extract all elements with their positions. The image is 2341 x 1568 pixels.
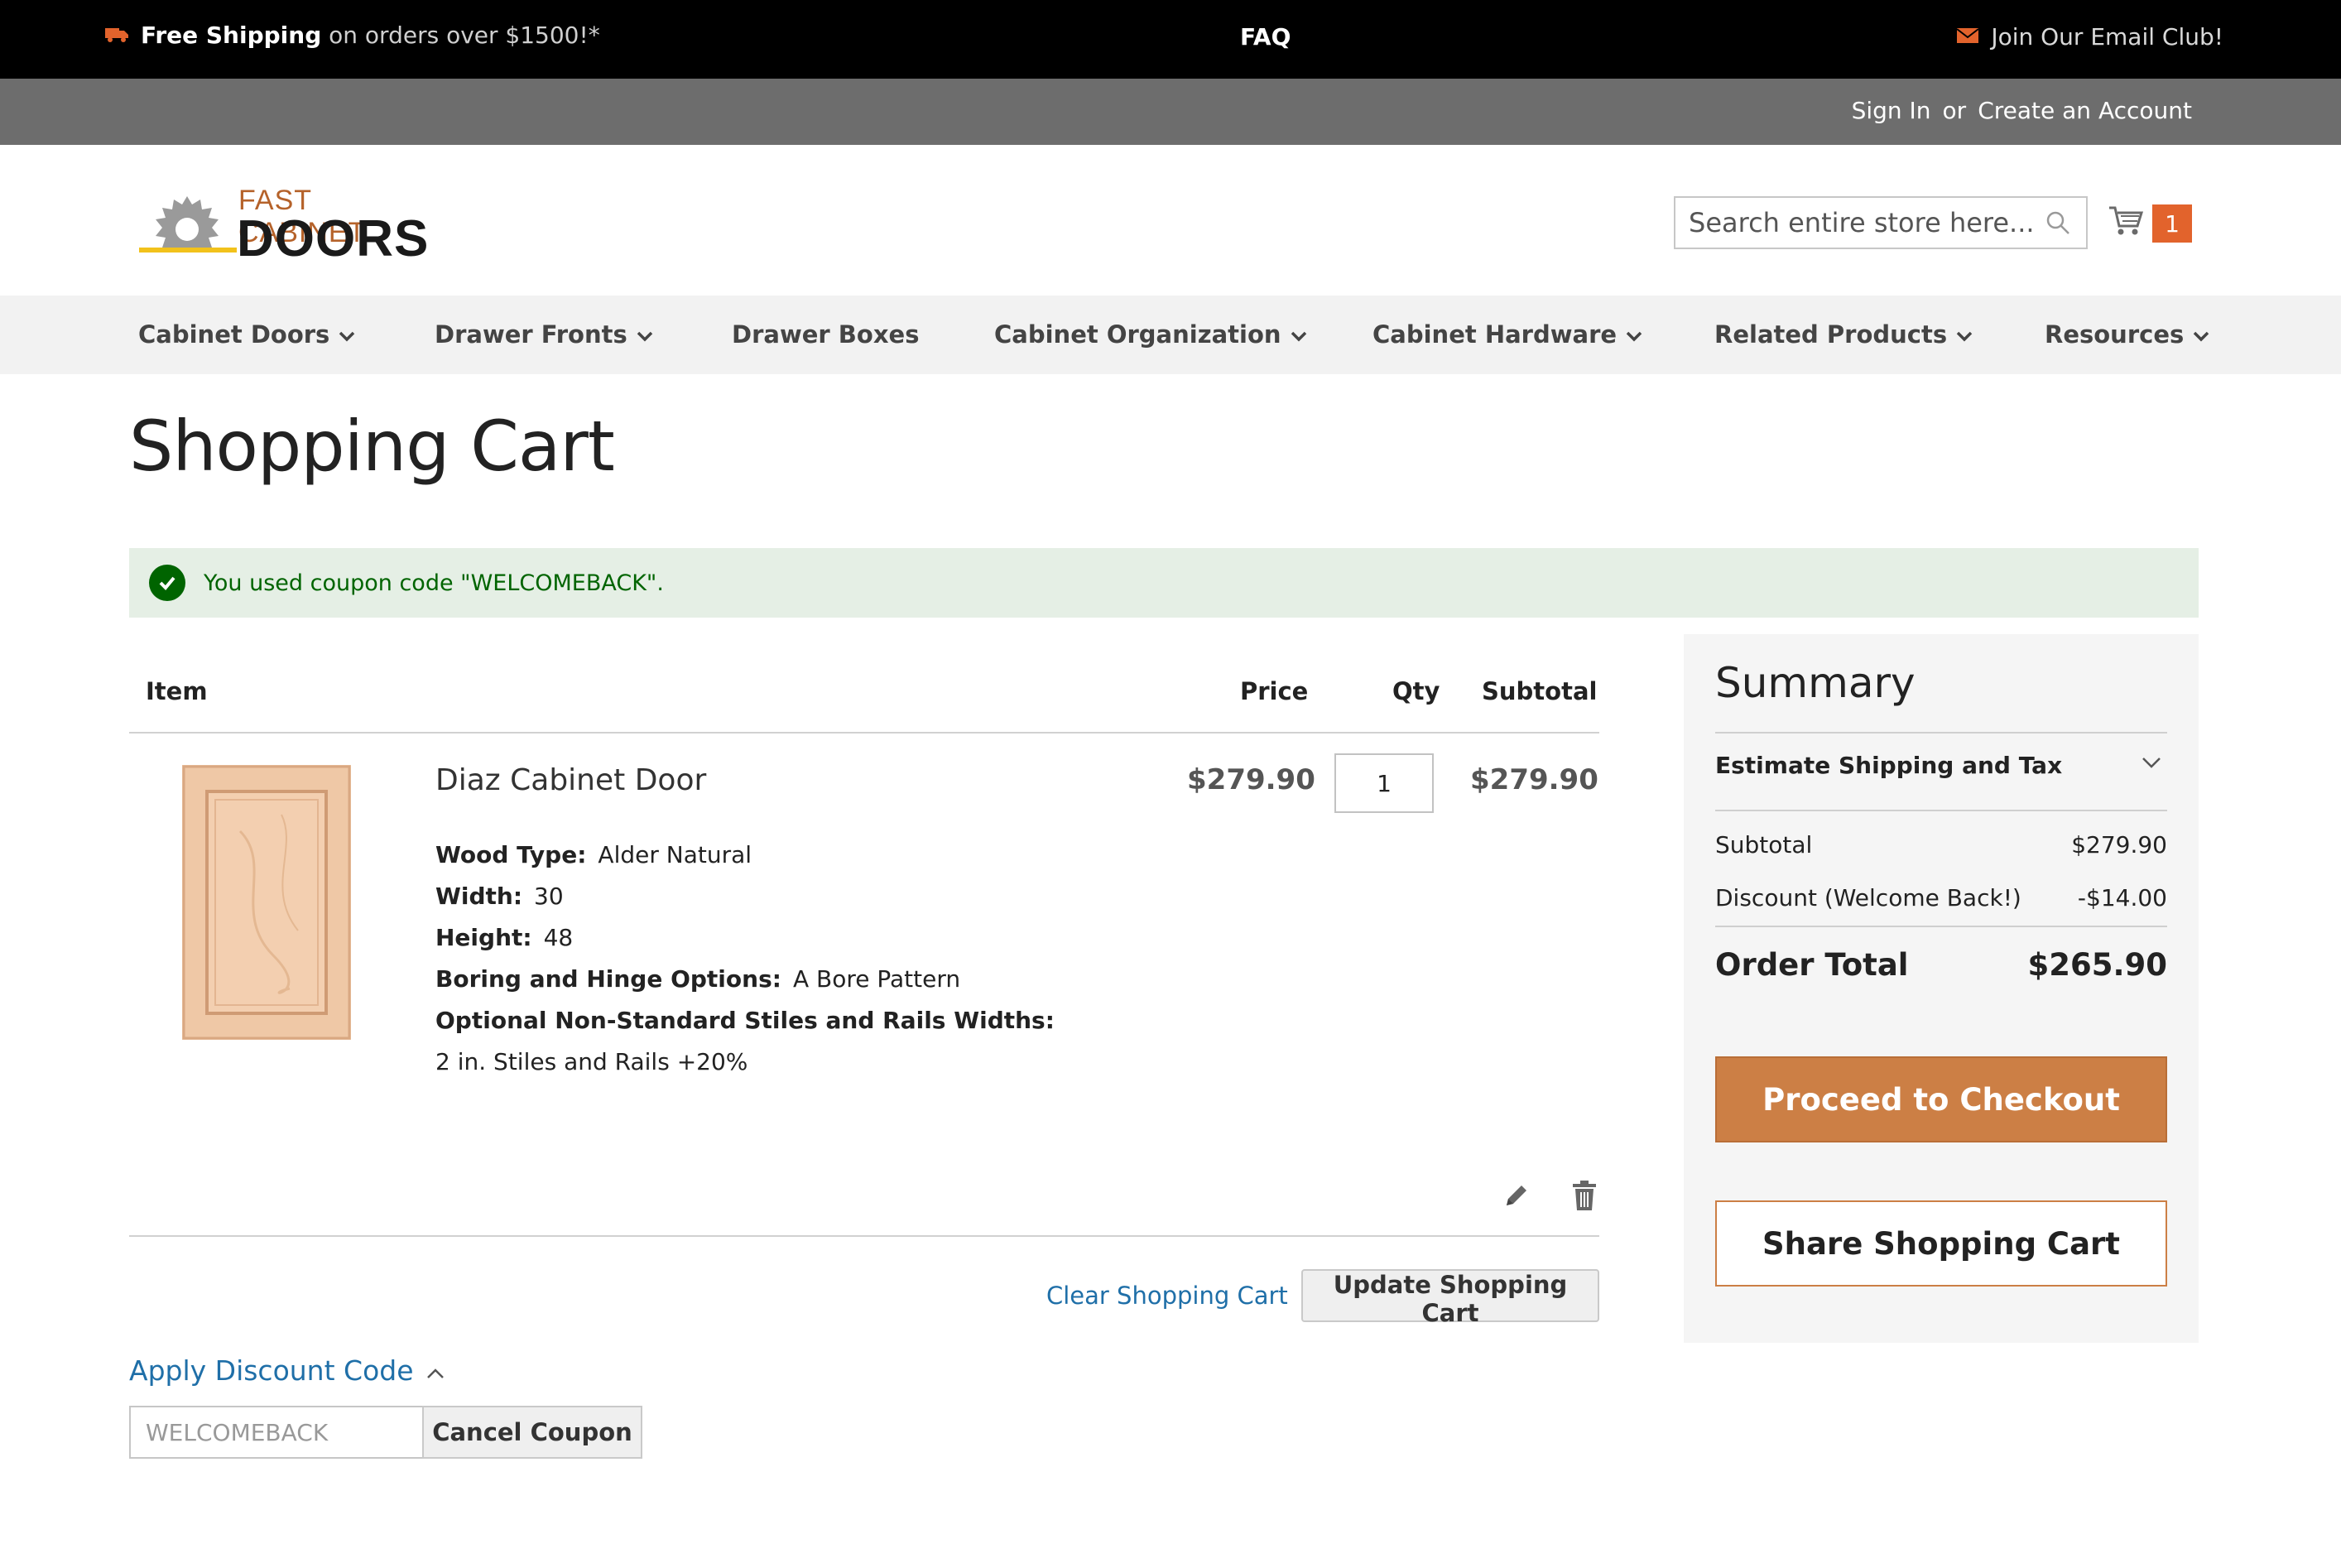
option-width: Width: 30 <box>435 883 564 910</box>
order-summary: Summary Estimate Shipping and Tax Subtot… <box>1684 634 2199 1343</box>
summary-divider <box>1715 810 2167 811</box>
site-header: FAST CABINET DOORS 1 <box>0 145 2341 296</box>
minicart[interactable]: 1 <box>2108 200 2194 244</box>
clear-cart-link[interactable]: Clear Shopping Cart <box>1046 1282 1288 1310</box>
item-divider <box>129 1235 1599 1237</box>
cancel-coupon-button[interactable]: Cancel Coupon <box>422 1406 642 1459</box>
chevron-down-icon <box>338 320 356 349</box>
table-header-divider <box>129 732 1599 733</box>
search-icon[interactable] <box>2045 209 2071 239</box>
cart-icon[interactable] <box>2108 204 2144 241</box>
column-header-subtotal: Subtotal <box>1482 677 1598 705</box>
discount-code-input[interactable] <box>129 1406 424 1459</box>
search-box <box>1674 196 2088 249</box>
coupon-success-message: You used coupon code "WELCOMEBACK". <box>129 548 2199 618</box>
option-wood-type: Wood Type: Alder Natural <box>435 841 752 868</box>
or-text: or <box>1942 97 1967 124</box>
main-navigation: Cabinet Doors Drawer Fronts Drawer Boxes… <box>0 296 2341 374</box>
sign-in-link[interactable]: Sign In <box>1852 97 1931 124</box>
chevron-up-icon <box>425 1354 445 1387</box>
page-title: Shopping Cart <box>129 406 615 487</box>
free-shipping-notice: Free Shipping on orders over $1500!* <box>104 22 600 49</box>
option-boring-hinge: Boring and Hinge Options: A Bore Pattern <box>435 965 961 993</box>
nav-resources[interactable]: Resources <box>2045 320 2210 349</box>
chevron-down-icon <box>1625 320 1643 349</box>
column-header-item: Item <box>146 677 208 705</box>
envelope-icon <box>1956 23 1979 51</box>
qty-input[interactable] <box>1334 753 1434 813</box>
chevron-down-icon <box>1290 320 1308 349</box>
estimate-shipping-toggle[interactable]: Estimate Shipping and Tax <box>1715 752 2062 779</box>
share-cart-button[interactable]: Share Shopping Cart <box>1715 1200 2167 1287</box>
summary-divider <box>1715 732 2167 733</box>
pencil-icon[interactable] <box>1502 1182 1530 1214</box>
option-height: Height: 48 <box>435 924 574 951</box>
nav-cabinet-doors[interactable]: Cabinet Doors <box>138 320 356 349</box>
message-text: You used coupon code "WELCOMEBACK". <box>204 570 664 596</box>
nav-drawer-boxes[interactable]: Drawer Boxes <box>732 320 919 349</box>
product-name-link[interactable]: Diaz Cabinet Door <box>435 763 706 797</box>
site-logo[interactable]: FAST CABINET DOORS <box>139 185 428 267</box>
create-account-link[interactable]: Create an Account <box>1978 97 2192 124</box>
summary-title: Summary <box>1715 659 1916 707</box>
column-header-qty: Qty <box>1392 677 1440 705</box>
cart-count-badge[interactable]: 1 <box>2152 204 2192 243</box>
nav-cabinet-organization[interactable]: Cabinet Organization <box>994 320 1308 349</box>
order-total-row: Order Total $265.90 <box>1715 947 2167 983</box>
shipping-bold-text: Free Shipping <box>141 22 322 49</box>
truck-icon <box>104 22 129 49</box>
check-circle-icon <box>149 565 185 601</box>
option-stiles-rails: Optional Non-Standard Stiles and Rails W… <box>435 1007 1055 1034</box>
summary-subtotal-row: Subtotal $279.90 <box>1715 831 2167 859</box>
proceed-to-checkout-button[interactable]: Proceed to Checkout <box>1715 1056 2167 1142</box>
update-cart-button[interactable]: Update Shopping Cart <box>1301 1269 1599 1327</box>
nav-related-products[interactable]: Related Products <box>1714 320 1973 349</box>
discount-toggle-label: Apply Discount Code <box>129 1354 414 1387</box>
logo-line2: DOORS <box>237 210 430 267</box>
nav-cabinet-hardware[interactable]: Cabinet Hardware <box>1372 320 1643 349</box>
chevron-down-icon <box>1955 320 1973 349</box>
summary-divider <box>1715 926 2167 927</box>
search-input[interactable] <box>1689 204 2036 241</box>
item-subtotal: $279.90 <box>1470 763 1598 796</box>
top-promo-bar: Free Shipping on orders over $1500!* FAQ… <box>0 0 2341 79</box>
email-club-link[interactable]: Join Our Email Club! <box>1956 23 2223 51</box>
saw-blade-icon <box>139 193 237 262</box>
account-bar: Sign In or Create an Account <box>0 79 2341 145</box>
chevron-down-icon[interactable] <box>2141 755 2162 773</box>
chevron-down-icon <box>636 320 654 349</box>
faq-link[interactable]: FAQ <box>1240 23 1291 51</box>
item-price: $279.90 <box>1187 763 1315 796</box>
summary-discount-row: Discount (Welcome Back!) -$14.00 <box>1715 884 2167 911</box>
discount-code-toggle[interactable]: Apply Discount Code <box>129 1354 445 1387</box>
option-stiles-rails-value: 2 in. Stiles and Rails +20% <box>435 1048 748 1075</box>
shipping-rest-text: on orders over $1500!* <box>329 22 600 49</box>
chevron-down-icon <box>2192 320 2210 349</box>
trash-icon[interactable] <box>1571 1181 1598 1215</box>
column-header-price: Price <box>1240 677 1309 705</box>
email-club-label: Join Our Email Club! <box>1991 23 2223 51</box>
product-thumbnail[interactable] <box>182 765 351 1040</box>
nav-drawer-fronts[interactable]: Drawer Fronts <box>435 320 654 349</box>
